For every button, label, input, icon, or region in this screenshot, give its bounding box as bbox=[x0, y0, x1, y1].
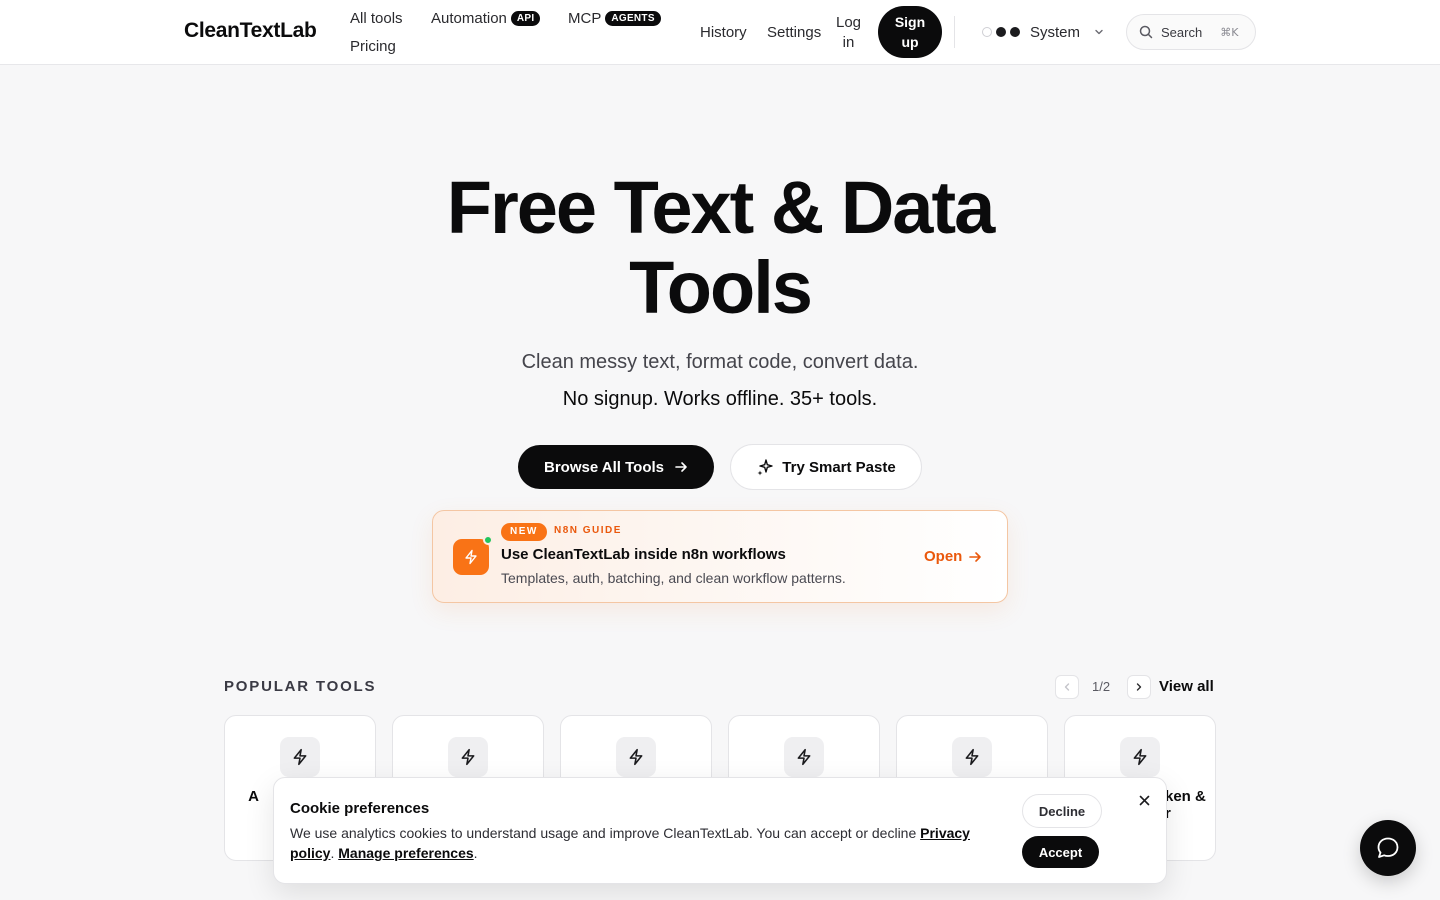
search-icon bbox=[1139, 25, 1153, 39]
cookie-title: Cookie preferences bbox=[290, 800, 430, 817]
promo-description: Templates, auth, batching, and clean wor… bbox=[501, 570, 846, 586]
search-button[interactable]: Search ⌘K bbox=[1126, 14, 1256, 50]
manage-preferences-link[interactable]: Manage preferences bbox=[338, 845, 473, 861]
nav-history[interactable]: History bbox=[700, 24, 747, 41]
arrow-right-icon bbox=[674, 460, 688, 474]
cookie-text: We use analytics cookies to understand u… bbox=[290, 823, 1010, 863]
agents-badge: AGENTS bbox=[605, 11, 661, 26]
login-label-line2: in bbox=[842, 34, 855, 51]
accept-button[interactable]: Accept bbox=[1022, 836, 1099, 868]
login-label-line1: Log bbox=[836, 14, 862, 31]
page-indicator: 1/2 bbox=[1092, 679, 1111, 694]
popular-tools-heading: POPULAR TOOLS bbox=[224, 678, 377, 695]
n8n-promo-card[interactable]: NEW N8N GUIDE Use CleanTextLab inside n8… bbox=[432, 510, 1008, 603]
view-all-link[interactable]: View all bbox=[1159, 678, 1214, 695]
search-label: Search bbox=[1161, 24, 1203, 40]
nav-settings[interactable]: Settings bbox=[767, 24, 821, 41]
bolt-icon bbox=[453, 539, 489, 575]
browse-all-tools-button[interactable]: Browse All Tools bbox=[518, 445, 714, 489]
cookie-body: We use analytics cookies to understand u… bbox=[290, 825, 921, 841]
hero-subtitle: Clean messy text, format code, convert d… bbox=[521, 351, 919, 373]
nav-mcp[interactable]: MCP AGENTS bbox=[568, 10, 661, 27]
header-divider bbox=[954, 16, 955, 48]
tool-name: ken & r bbox=[1165, 788, 1206, 822]
signup-button[interactable]: Sign up bbox=[878, 6, 942, 58]
hero-tagline: No signup. Works offline. 35+ tools. bbox=[562, 388, 878, 410]
new-badge: NEW bbox=[501, 523, 547, 541]
signup-label-line1: Sign bbox=[894, 14, 926, 30]
decline-button[interactable]: Decline bbox=[1022, 794, 1102, 828]
hero-title: Free Text & Data Tools bbox=[320, 168, 1120, 328]
hero-title-line1: Free Text & Data bbox=[446, 166, 996, 249]
signup-label-line2: up bbox=[901, 34, 919, 50]
chevron-down-icon bbox=[1094, 27, 1104, 37]
promo-tag: N8N GUIDE bbox=[554, 525, 622, 536]
try-smart-paste-label: Try Smart Paste bbox=[782, 458, 896, 476]
promo-title: Use CleanTextLab inside n8n workflows bbox=[501, 546, 786, 563]
bolt-icon bbox=[784, 737, 824, 777]
nav-automation[interactable]: Automation API bbox=[431, 10, 541, 27]
close-icon[interactable] bbox=[1136, 792, 1152, 808]
search-shortcut: ⌘K bbox=[1220, 25, 1239, 39]
hero-title-line2: Tools bbox=[629, 246, 813, 329]
brand-logo[interactable]: CleanTextLab bbox=[184, 19, 317, 43]
bolt-icon bbox=[280, 737, 320, 777]
nav-all-tools[interactable]: All tools bbox=[350, 10, 403, 27]
chat-bubble-icon bbox=[1375, 835, 1401, 861]
promo-open-link[interactable]: Open bbox=[924, 548, 982, 565]
try-smart-paste-button[interactable]: Try Smart Paste bbox=[730, 444, 922, 490]
theme-light-dot bbox=[982, 27, 992, 37]
bolt-icon bbox=[616, 737, 656, 777]
nav-mcp-label: MCP bbox=[568, 10, 602, 27]
status-dot bbox=[483, 535, 493, 545]
arrow-right-icon bbox=[968, 550, 982, 564]
prev-page-button[interactable] bbox=[1055, 675, 1079, 699]
cookie-banner: Cookie preferences We use analytics cook… bbox=[273, 777, 1167, 884]
sparkles-icon bbox=[756, 458, 774, 476]
chat-button[interactable] bbox=[1360, 820, 1416, 876]
nav-automation-label: Automation bbox=[431, 10, 507, 27]
theme-label: System bbox=[1030, 23, 1081, 41]
promo-open-label: Open bbox=[924, 548, 963, 565]
chevron-left-icon bbox=[1062, 682, 1072, 692]
bolt-icon bbox=[952, 737, 992, 777]
cookie-end: . bbox=[473, 845, 478, 861]
bolt-icon bbox=[1120, 737, 1160, 777]
theme-system-dot bbox=[1010, 27, 1020, 37]
browse-all-tools-label: Browse All Tools bbox=[543, 458, 664, 476]
next-page-button[interactable] bbox=[1127, 675, 1151, 699]
chevron-right-icon bbox=[1134, 682, 1144, 692]
theme-dark-dot bbox=[996, 27, 1006, 37]
api-badge: API bbox=[510, 11, 541, 26]
login-link[interactable]: Log in bbox=[836, 13, 861, 53]
site-header: CleanTextLab All tools Automation API MCP… bbox=[0, 0, 1440, 65]
bolt-icon bbox=[448, 737, 488, 777]
theme-selector[interactable]: System bbox=[982, 21, 1104, 43]
nav-pricing[interactable]: Pricing bbox=[350, 38, 396, 55]
